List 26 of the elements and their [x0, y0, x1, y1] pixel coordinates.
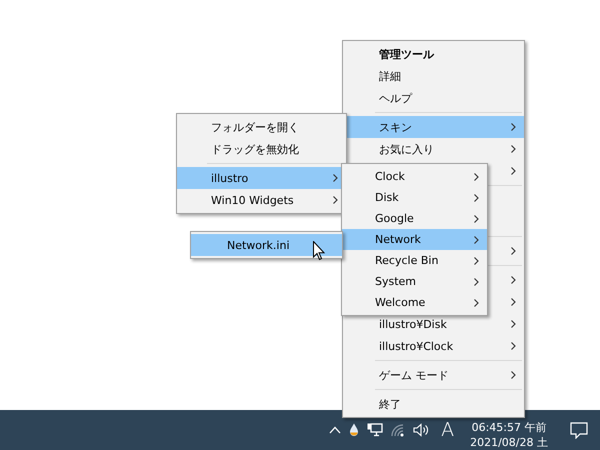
menu-item[interactable]: お気に入り: [343, 138, 524, 160]
menu-item[interactable]: 詳細: [343, 65, 524, 87]
input-mode-indicator[interactable]: A: [441, 419, 454, 441]
menu-item[interactable]: ドラッグを無効化: [177, 138, 346, 160]
menu-item[interactable]: Network.ini: [191, 234, 342, 256]
menu-item[interactable]: Network: [342, 229, 487, 250]
clock-date: 2021/08/28 土: [470, 434, 548, 450]
speaker-icon[interactable]: [413, 423, 430, 437]
menu-item[interactable]: Recycle Bin: [342, 250, 487, 271]
network-icon[interactable]: [367, 423, 384, 437]
chevron-up-icon[interactable]: [329, 426, 342, 434]
menu-item[interactable]: ゲーム モード: [343, 364, 524, 386]
menu-item[interactable]: System: [342, 271, 487, 292]
drop-icon[interactable]: [349, 423, 360, 437]
menu-item[interactable]: illustro¥Clock: [343, 335, 524, 357]
mouse-pointer-icon: [313, 241, 325, 261]
menu-item[interactable]: 管理ツール: [343, 43, 524, 65]
notification-icon[interactable]: [570, 422, 588, 438]
menu-item[interactable]: Google: [342, 208, 487, 229]
wifi-icon[interactable]: [391, 424, 406, 436]
menu-item[interactable]: illustro¥Disk: [343, 313, 524, 335]
menu-item[interactable]: Welcome: [342, 292, 487, 313]
clock-time: 06:45:57 午前: [472, 420, 546, 434]
menu-item[interactable]: ヘルプ: [343, 87, 524, 109]
menu-item[interactable]: 終了: [343, 393, 524, 415]
menu-item[interactable]: フォルダーを開く: [177, 116, 346, 138]
